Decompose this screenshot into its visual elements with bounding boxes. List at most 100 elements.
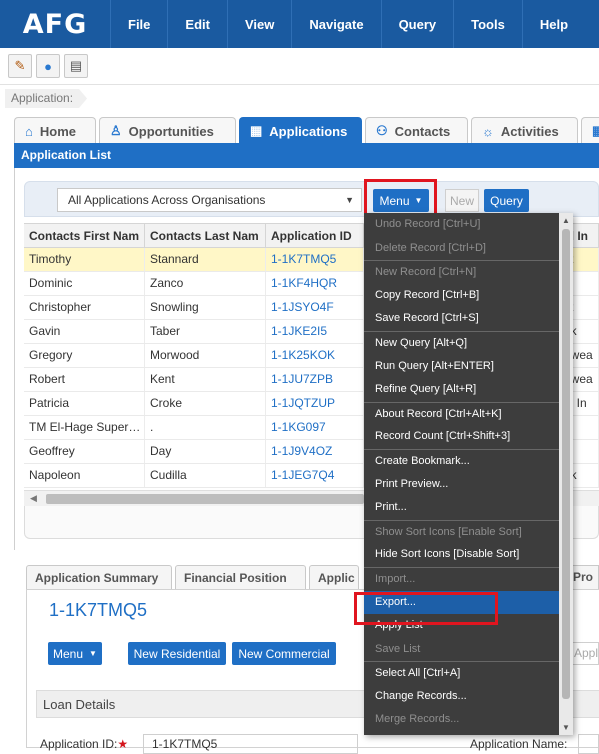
scrollbar-thumb[interactable]: [46, 494, 364, 504]
menu-item-refine-query[interactable]: Refine Query [Alt+R]: [364, 378, 573, 402]
menu-item-new-query[interactable]: New Query [Alt+Q]: [364, 330, 573, 355]
globe-icon[interactable]: ●: [36, 54, 60, 78]
col-header-application-id[interactable]: Application ID: [266, 224, 364, 247]
tab-opportunities-label: Opportunities: [128, 123, 214, 139]
menu-item-import: Import...: [364, 566, 573, 591]
application-id-label: Application ID:★: [40, 737, 128, 751]
toolbar: ✎ ● ▤: [8, 54, 88, 78]
cell-first-name: Napoleon: [24, 464, 145, 487]
tab-opportunities[interactable]: ♙ Opportunities: [99, 117, 236, 144]
scroll-down-icon[interactable]: ▼: [562, 723, 570, 732]
detail-menu-label: Menu: [53, 646, 84, 661]
breadcrumb[interactable]: Application:: [5, 89, 87, 108]
detail-menu-button[interactable]: Menu ▼: [48, 642, 102, 665]
cell-first-name: TM El-Hage Super…: [24, 416, 145, 439]
cell-application-id-link[interactable]: 1-1KG097: [266, 416, 364, 439]
menu-item-save-record[interactable]: Save Record [Ctrl+S]: [364, 307, 573, 331]
group-icon: ⚇: [376, 123, 388, 138]
application-name-field[interactable]: [578, 734, 599, 754]
top-menu: File Edit View Navigate Query Tools Help: [110, 0, 585, 48]
menu-tools[interactable]: Tools: [453, 0, 522, 48]
tab-application-summary[interactable]: Application Summary: [26, 565, 172, 589]
menu-item-merge-records: Merge Records...: [375, 713, 460, 726]
calendar-icon: ▦: [592, 123, 599, 138]
col-header-last-name[interactable]: Contacts Last Nam: [145, 224, 266, 247]
menu-item-change-records[interactable]: Change Records...: [364, 685, 573, 709]
toolbar-divider: [0, 84, 599, 85]
main-tabs: ⌂ Home ♙ Opportunities ▦ Applications ⚇ …: [14, 117, 599, 144]
record-title: 1-1K7TMQ5: [49, 600, 148, 620]
menu-item-hide-sort-icons[interactable]: Hide Sort Icons [Disable Sort]: [364, 543, 573, 567]
tab-applicants[interactable]: Applic: [309, 565, 359, 589]
menu-item-print[interactable]: Print...: [364, 496, 573, 520]
cell-last-name: Taber: [145, 320, 266, 343]
cell-last-name: Stannard: [145, 248, 266, 271]
tab-contacts[interactable]: ⚇ Contacts: [365, 117, 468, 144]
menu-item-select-all[interactable]: Select All [Ctrl+A]: [364, 661, 573, 685]
chevron-down-icon: ▼: [89, 649, 97, 658]
menu-item-print-preview[interactable]: Print Preview...: [364, 473, 573, 497]
menu-item-run-query[interactable]: Run Query [Alt+ENTER]: [364, 355, 573, 379]
new-commercial-button[interactable]: New Commercial: [232, 642, 336, 665]
new-residential-button[interactable]: New Residential: [128, 642, 226, 665]
menu-item-delete-record: Delete Record [Ctrl+D]: [375, 241, 486, 254]
tab-home[interactable]: ⌂ Home: [14, 117, 96, 144]
menu-item-create-bookmark[interactable]: Create Bookmark...: [364, 448, 573, 473]
menu-scrollbar-thumb[interactable]: [562, 229, 570, 699]
detail-tabs: Application Summary Financial Position A…: [26, 565, 359, 589]
menu-navigate[interactable]: Navigate: [291, 0, 380, 48]
scroll-left-icon[interactable]: ◀: [30, 493, 37, 504]
menu-item-record-count[interactable]: Record Count [Ctrl+Shift+3]: [364, 425, 573, 449]
query-select-value: All Applications Across Organisations: [68, 193, 266, 207]
tab-calendar[interactable]: ▦: [581, 117, 599, 144]
cell-application-id-link[interactable]: 1-1JEG7Q4: [266, 464, 364, 487]
new-button[interactable]: New: [445, 189, 479, 212]
home-icon: ⌂: [25, 123, 33, 139]
menu-item-copy-record[interactable]: Copy Record [Ctrl+B]: [364, 284, 573, 308]
loan-details-label: Loan Details: [43, 697, 116, 712]
cell-application-id-link[interactable]: 1-1K7TMQ5: [266, 248, 364, 271]
cell-application-id-link[interactable]: 1-1JSYO4F: [266, 296, 364, 319]
cell-last-name: Day: [145, 440, 266, 463]
cell-application-id-link[interactable]: 1-1JQTZUP: [266, 392, 364, 415]
query-select[interactable]: All Applications Across Organisations ▼: [57, 188, 362, 212]
cell-last-name: Morwood: [145, 344, 266, 367]
menu-help[interactable]: Help: [521, 0, 585, 48]
tab-applications-label: Applications: [269, 123, 348, 139]
activity-icon: ☼: [482, 123, 494, 139]
scroll-up-icon[interactable]: ▲: [562, 216, 570, 225]
cell-last-name: Cudilla: [145, 464, 266, 487]
cell-first-name: Timothy: [24, 248, 145, 271]
edit-icon[interactable]: ✎: [8, 54, 32, 78]
cell-last-name: Croke: [145, 392, 266, 415]
application-id-field[interactable]: 1-1K7TMQ5: [143, 734, 358, 754]
menu-view[interactable]: View: [226, 0, 291, 48]
grid-icon: ▦: [250, 123, 263, 138]
menu-query[interactable]: Query: [380, 0, 454, 48]
required-star-icon: ★: [117, 737, 129, 751]
menu-edit[interactable]: Edit: [167, 0, 227, 48]
menu-file[interactable]: File: [110, 0, 167, 48]
col-header-first-name[interactable]: Contacts First Nam: [24, 224, 145, 247]
tab-products[interactable]: Pro: [570, 565, 599, 589]
tab-applications[interactable]: ▦ Applications: [239, 117, 362, 144]
cell-first-name: Gavin: [24, 320, 145, 343]
cell-first-name: Gregory: [24, 344, 145, 367]
print-icon[interactable]: ▤: [64, 54, 88, 78]
application-list-header: Application List: [14, 143, 599, 168]
export-highlight: [354, 592, 498, 625]
menu-scrollbar[interactable]: ▲ ▼: [559, 213, 573, 735]
afg-logo: AFG: [22, 8, 88, 40]
cell-last-name: Zanco: [145, 272, 266, 295]
cell-application-id-link[interactable]: 1-1J9V4OZ: [266, 440, 364, 463]
menu-item-save-list: Save List: [375, 642, 421, 655]
menu-item-about-record[interactable]: About Record [Ctrl+Alt+K]: [364, 401, 573, 426]
cell-application-id-link[interactable]: 1-1JU7ZPB: [266, 368, 364, 391]
query-button[interactable]: Query: [484, 189, 529, 212]
cell-application-id-link[interactable]: 1-1JKE2I5: [266, 320, 364, 343]
cell-application-id-link[interactable]: 1-1K25KOK: [266, 344, 364, 367]
tab-activities[interactable]: ☼ Activities: [471, 117, 578, 144]
application-search-input[interactable]: Appl: [570, 642, 599, 665]
cell-application-id-link[interactable]: 1-1KF4HQR: [266, 272, 364, 295]
tab-financial-position[interactable]: Financial Position: [175, 565, 306, 589]
